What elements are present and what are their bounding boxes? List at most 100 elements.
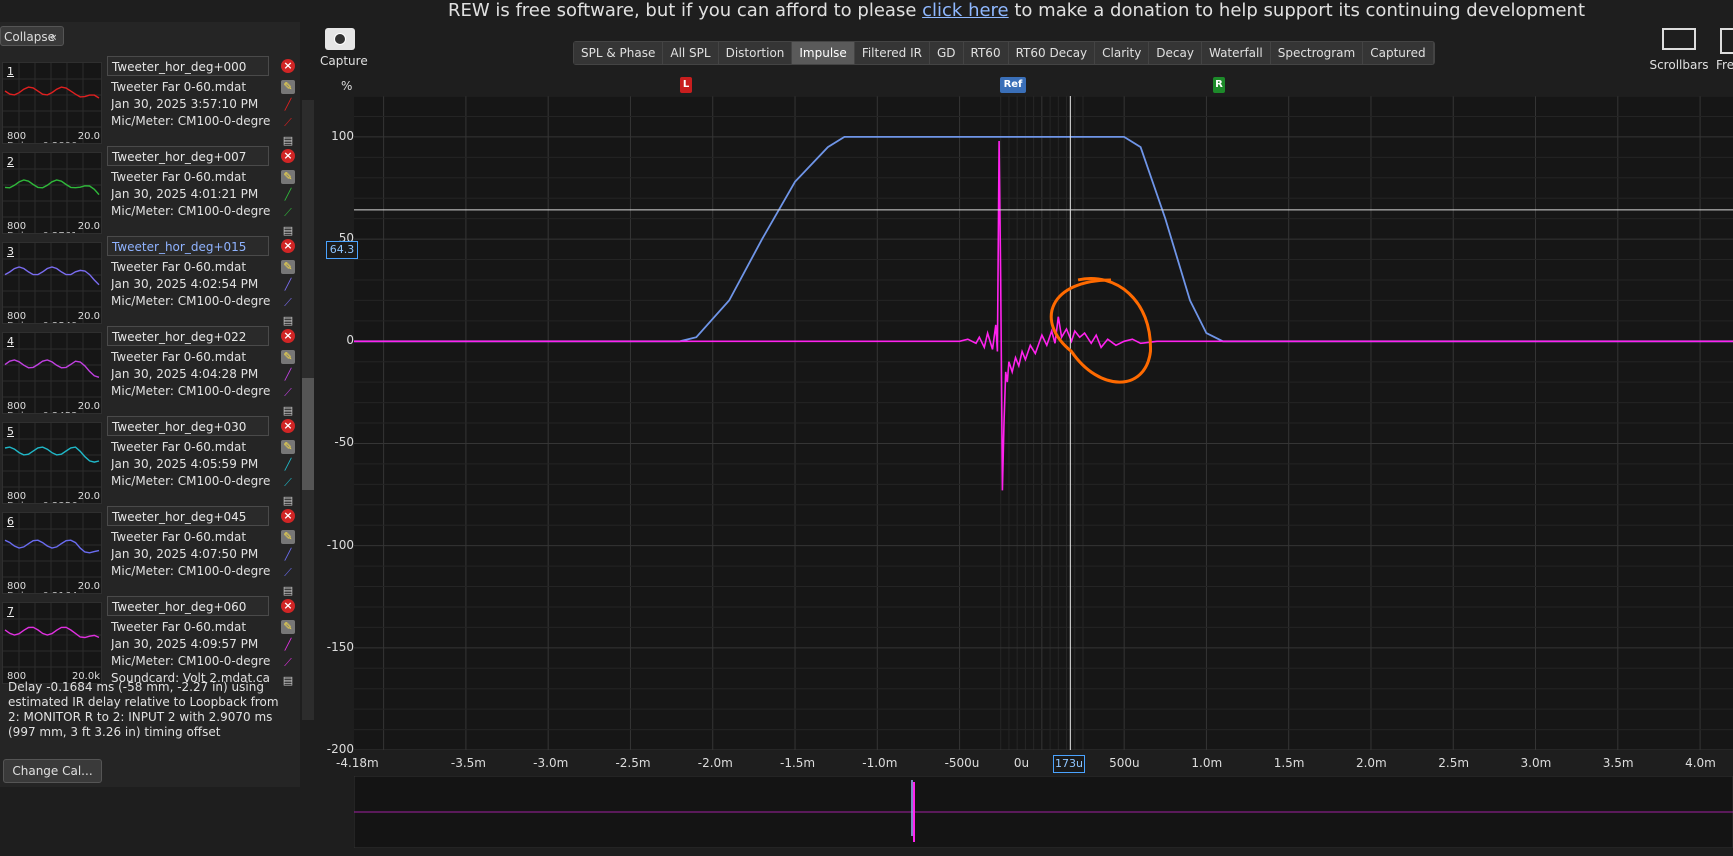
tab-gd[interactable]: GD [929,42,964,64]
edit-notes-icon[interactable]: ✎ [281,80,295,94]
line-style-icon[interactable]: ╱ [281,458,295,472]
x-tick-label: -3.0m [533,756,569,770]
x-tick-label: -500u [944,756,980,770]
document-icon[interactable]: ▤ [281,584,295,598]
line-style-icon[interactable]: ╱ [281,188,295,202]
edit-notes-icon[interactable]: ✎ [281,170,295,184]
tab-filtered-ir[interactable]: Filtered IR [854,42,930,64]
line-style-icon[interactable]: ╱ [281,548,295,562]
thumb-delay: Delay -0.2356 [7,501,77,503]
capture-label: Capture [320,54,368,68]
edit-notes-icon[interactable]: ✎ [281,620,295,634]
thumb-x-end: 20.0 [77,221,100,232]
x-tick-label: -1.5m [780,756,816,770]
y-tick-label: -50 [334,435,354,450]
thumb-delay: Delay -0.2761 [7,231,77,233]
measurement-thumbnail[interactable]: 1 800 20.0 Delay -0.2890 [2,62,102,144]
remove-icon[interactable]: × [281,599,295,613]
document-icon[interactable]: ▤ [281,314,295,328]
measurement-name-field[interactable]: Tweeter_hor_deg+045 [107,506,269,526]
measurement-name-field[interactable]: Tweeter_hor_deg+000 [107,56,269,76]
edit-notes-icon[interactable]: ✎ [281,260,295,274]
tab-spectrogram[interactable]: Spectrogram [1270,42,1364,64]
line-style-icon[interactable]: ╱ [281,278,295,292]
measurement-name-field[interactable]: Tweeter_hor_deg+015 [107,236,269,256]
measurement-item[interactable]: 7 800 20.0k Tweeter_hor_deg+060 × Tweete… [0,596,300,688]
color-picker-icon[interactable]: ⟋ [281,566,295,580]
color-picker-icon[interactable]: ⟋ [281,476,295,490]
measurement-thumbnail[interactable]: 3 800 20.0 Delay -0.2549 [2,242,102,324]
line-style-icon[interactable]: ╱ [281,368,295,382]
measurement-date: Jan 30, 2025 4:01:21 PM [111,187,259,201]
measurement-thumbnail[interactable]: 4 800 20.0 Delay -0.2453 [2,332,102,414]
measurement-name-field[interactable]: Tweeter_hor_deg+007 [107,146,269,166]
color-picker-icon[interactable]: ⟋ [281,206,295,220]
edit-notes-icon[interactable]: ✎ [281,440,295,454]
line-style-icon[interactable]: ╱ [281,98,295,112]
left-window-marker[interactable]: L [680,77,692,93]
measurement-name-field[interactable]: Tweeter_hor_deg+022 [107,326,269,346]
impulse-plot[interactable] [354,96,1733,750]
tab-impulse[interactable]: Impulse [792,42,855,64]
right-window-marker[interactable]: R [1213,77,1225,93]
measurement-name-field[interactable]: Tweeter_hor_deg+030 [107,416,269,436]
measurement-date: Jan 30, 2025 4:04:28 PM [111,367,259,381]
measurement-item[interactable]: 5 800 20.0 Delay -0.2356 Tweeter_hor_deg… [0,416,300,508]
thumb-delay: Delay -0.2164 [7,591,77,593]
tab-distortion[interactable]: Distortion [718,42,793,64]
tab-decay[interactable]: Decay [1149,42,1202,64]
measurement-item[interactable]: 3 800 20.0 Delay -0.2549 Tweeter_hor_deg… [0,236,300,328]
measurement-item[interactable]: 1 800 20.0 Delay -0.2890 Tweeter_hor_deg… [0,56,300,148]
scrollbars-toggle[interactable]: Scrollbars [1644,28,1714,72]
measurement-item[interactable]: 4 800 20.0 Delay -0.2453 Tweeter_hor_deg… [0,326,300,418]
remove-icon[interactable]: × [281,149,295,163]
camera-icon [325,28,355,50]
measurement-thumbnail[interactable]: 7 800 20.0k [2,602,102,684]
remove-icon[interactable]: × [281,239,295,253]
graph-tabs: SPL & Phase All SPL Distortion Impulse Filte… [573,41,1435,65]
tab-all-spl[interactable]: All SPL [663,42,719,64]
tab-captured[interactable]: Captured [1363,42,1434,64]
color-picker-icon[interactable]: ⟋ [281,386,295,400]
measurement-date: Jan 30, 2025 4:07:50 PM [111,547,259,561]
change-cal-button[interactable]: Change Cal... [3,759,102,783]
document-icon[interactable]: ▤ [281,134,295,148]
measurement-thumbnail[interactable]: 2 800 20.0 Delay -0.2761 [2,152,102,234]
tab-waterfall[interactable]: Waterfall [1201,42,1271,64]
line-style-icon[interactable]: ╱ [281,638,295,652]
document-icon[interactable]: ▤ [281,224,295,238]
collapse-button[interactable]: Collapse « [0,26,64,46]
edit-notes-icon[interactable]: ✎ [281,530,295,544]
measurement-item[interactable]: 6 800 20.0 Delay -0.2164 Tweeter_hor_deg… [0,506,300,598]
remove-icon[interactable]: × [281,329,295,343]
color-picker-icon[interactable]: ⟋ [281,116,295,130]
remove-icon[interactable]: × [281,509,295,523]
panel-scroll-thumb[interactable] [302,378,314,490]
remove-icon[interactable]: × [281,419,295,433]
tab-rt60-decay[interactable]: RT60 Decay [1008,42,1096,64]
measurement-thumbnail[interactable]: 6 800 20.0 Delay -0.2164 [2,512,102,594]
measurement-thumbnail[interactable]: 5 800 20.0 Delay -0.2356 [2,422,102,504]
remove-icon[interactable]: × [281,59,295,73]
tab-spl-phase[interactable]: SPL & Phase [574,42,664,64]
measurement-item[interactable]: 2 800 20.0 Delay -0.2761 Tweeter_hor_deg… [0,146,300,238]
freq-axis-icon[interactable] [1720,28,1733,54]
measurement-file: Tweeter Far 0-60.mdat [111,170,247,184]
scrollbars-label: Scrollbars [1649,58,1709,72]
edit-notes-icon[interactable]: ✎ [281,350,295,364]
thumb-x-end: 20.0 [77,581,100,592]
measurement-number: 7 [7,605,14,618]
overview-plot[interactable] [354,776,1733,848]
color-picker-icon[interactable]: ⟋ [281,656,295,670]
capture-button[interactable]: Capture [320,28,368,68]
tab-rt60[interactable]: RT60 [963,42,1009,64]
document-icon[interactable]: ▤ [281,494,295,508]
color-picker-icon[interactable]: ⟋ [281,296,295,310]
donation-link[interactable]: click here [922,0,1009,21]
tab-clarity[interactable]: Clarity [1095,42,1150,64]
donation-banner: REW is free software, but if you can aff… [300,0,1733,22]
document-icon[interactable]: ▤ [281,404,295,418]
ref-marker[interactable]: Ref [1000,77,1026,93]
measurement-name-field[interactable]: Tweeter_hor_deg+060 [107,596,269,616]
y-tick-label: -200 [326,742,354,756]
